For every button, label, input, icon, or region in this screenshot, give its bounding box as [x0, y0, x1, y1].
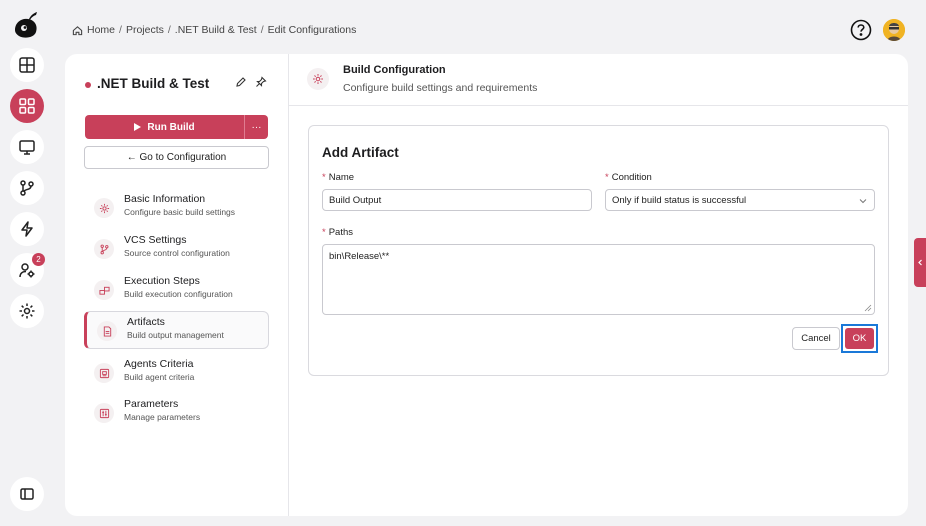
- ok-button[interactable]: OK: [841, 324, 878, 353]
- breadcrumb-current: Edit Configurations: [267, 24, 357, 36]
- notification-badge: 2: [32, 253, 45, 266]
- condition-label-text: Condition: [611, 172, 652, 183]
- gear-icon: [313, 74, 323, 84]
- rail-apps[interactable]: [10, 89, 44, 123]
- nav-icon-wrap: [94, 363, 114, 383]
- nav-item-title: Execution Steps: [124, 275, 200, 287]
- nav-item-title: VCS Settings: [124, 234, 187, 246]
- nav-icon-wrap: [94, 280, 114, 300]
- file-icon: [103, 325, 111, 337]
- run-options-button[interactable]: ···: [244, 115, 268, 139]
- section-subtitle: Configure build settings and requirement…: [343, 82, 538, 94]
- apps-icon: [19, 98, 35, 114]
- breadcrumb-separator: /: [260, 24, 264, 36]
- add-artifact-form: Add Artifact * Name Build Output * Conditi…: [308, 125, 889, 376]
- nav-item-subtitle: Source control configuration: [124, 248, 230, 258]
- breadcrumb: Home / Projects / .NET Build & Test / Ed…: [72, 24, 356, 36]
- pin-icon[interactable]: [255, 76, 267, 88]
- nav-icon-wrap: [94, 198, 114, 218]
- name-label: * Name: [322, 172, 354, 183]
- project-title: .NET Build & Test: [97, 76, 210, 91]
- breadcrumb-separator: /: [167, 24, 171, 36]
- nav-item-vcs-settings[interactable]: VCS Settings Source control configuratio…: [84, 230, 269, 268]
- nav-item-artifacts[interactable]: Artifacts Build output management: [84, 311, 269, 349]
- rail-dashboard[interactable]: [10, 48, 44, 82]
- play-icon: [134, 123, 142, 131]
- nav-item-subtitle: Configure basic build settings: [124, 207, 236, 217]
- rail-collapse[interactable]: [10, 477, 44, 511]
- paths-textarea[interactable]: bin\Release\**: [322, 244, 875, 315]
- left-rail: 2: [0, 0, 52, 526]
- nav-item-execution-steps[interactable]: Execution Steps Build execution configur…: [84, 271, 269, 309]
- name-label-text: Name: [328, 172, 355, 183]
- avatar-image: [883, 19, 905, 41]
- sidebar-toggle-icon: [20, 488, 34, 500]
- status-dot: [85, 82, 91, 88]
- nav-item-subtitle: Build execution configuration: [124, 289, 233, 299]
- nav-icon-wrap: [94, 403, 114, 423]
- config-sidebar: .NET Build & Test Run Build ··· ← Go to …: [65, 54, 289, 516]
- condition-select[interactable]: Only if build status is successful: [605, 189, 875, 211]
- chevron-left-icon: [917, 259, 922, 266]
- nav-item-agents-criteria[interactable]: Agents Criteria Build agent criteria: [84, 354, 269, 392]
- dashboard-icon: [19, 57, 35, 73]
- side-panel-toggle[interactable]: [914, 238, 926, 287]
- nav-item-title: Parameters: [124, 398, 179, 410]
- main-panel: .NET Build & Test Run Build ··· ← Go to …: [65, 54, 908, 516]
- required-mark: *: [605, 172, 609, 183]
- content-header: Build Configuration Configure build sett…: [289, 54, 908, 106]
- nav-item-subtitle: Build output management: [127, 330, 224, 340]
- branch-icon: [20, 180, 34, 196]
- breadcrumb-projects[interactable]: Projects: [126, 24, 164, 36]
- name-field[interactable]: Build Output: [322, 189, 592, 211]
- nav-item-title: Artifacts: [127, 316, 165, 328]
- parameters-icon: [99, 408, 109, 418]
- nav-item-subtitle: Manage parameters: [124, 412, 201, 422]
- avatar[interactable]: [883, 19, 905, 41]
- lightning-icon: [21, 221, 33, 237]
- paths-label-text: Paths: [328, 227, 353, 238]
- nav-item-parameters[interactable]: Parameters Manage parameters: [84, 394, 269, 432]
- required-mark: *: [322, 227, 326, 238]
- gear-icon: [19, 303, 35, 319]
- nav-icon-wrap: [97, 321, 117, 341]
- section-title: Build Configuration: [343, 64, 446, 76]
- nav-item-title: Basic Information: [124, 193, 206, 205]
- gear-icon: [99, 203, 109, 213]
- rail-triggers[interactable]: [10, 212, 44, 246]
- breadcrumb-separator: /: [119, 24, 122, 36]
- header-icon-wrap: [307, 68, 329, 90]
- condition-value: Only if build status is successful: [612, 194, 747, 206]
- nav-item-title: Agents Criteria: [124, 358, 194, 370]
- run-build-label: Run Build: [147, 121, 195, 133]
- paths-value: bin\Release\**: [329, 251, 390, 262]
- run-build-button[interactable]: Run Build: [85, 115, 244, 139]
- breadcrumb-home[interactable]: Home: [87, 24, 115, 36]
- ok-button-label: OK: [845, 328, 874, 349]
- nav-item-basic-information[interactable]: Basic Information Configure basic build …: [84, 189, 269, 227]
- rail-settings[interactable]: [10, 294, 44, 328]
- nav-item-subtitle: Build agent criteria: [124, 372, 195, 382]
- breadcrumb-project[interactable]: .NET Build & Test: [175, 24, 257, 36]
- steps-icon: [98, 286, 110, 295]
- resize-handle-icon[interactable]: [864, 304, 872, 312]
- help-icon[interactable]: [850, 19, 872, 41]
- form-title: Add Artifact: [322, 145, 399, 160]
- agent-icon: [99, 368, 109, 378]
- branch-icon: [100, 244, 108, 254]
- nav-icon-wrap: [94, 239, 114, 259]
- condition-label: * Condition: [605, 172, 652, 183]
- home-icon[interactable]: [72, 25, 83, 36]
- go-to-configuration-button[interactable]: ← Go to Configuration: [84, 146, 269, 169]
- required-mark: *: [322, 172, 326, 183]
- rail-branches[interactable]: [10, 171, 44, 205]
- chevron-down-icon: [859, 199, 867, 204]
- rail-monitor[interactable]: [10, 130, 44, 164]
- paths-label: * Paths: [322, 227, 353, 238]
- cancel-button[interactable]: Cancel: [792, 327, 840, 350]
- app-logo[interactable]: [12, 10, 40, 40]
- edit-icon[interactable]: [235, 76, 247, 88]
- monitor-icon: [19, 140, 35, 155]
